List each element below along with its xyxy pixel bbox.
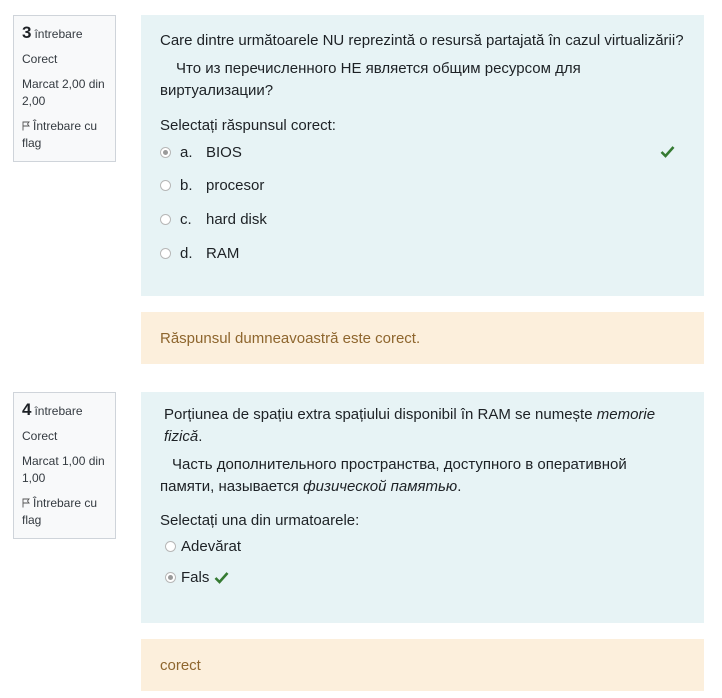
answer-prompt: Selectați răspunsul corect: [160, 117, 336, 134]
option-label: Fals [181, 569, 210, 586]
flag-question-link[interactable]: Întrebare cu flag [22, 118, 107, 152]
answer-options: Adevărat Fals [160, 531, 685, 593]
feedback-text: corect [160, 656, 201, 674]
radio-button[interactable] [160, 146, 171, 158]
question-grade: Marcat 2,00 din 2,00 [22, 77, 105, 108]
radio-button[interactable] [160, 179, 171, 191]
question-text-ru: Часть дополнительного пространства, дост… [160, 456, 627, 495]
question-number: 4 întrebare [22, 400, 83, 419]
answer-options: a. BIOS b. procesor c. hard disk d. RAM [160, 136, 685, 270]
question-number: 3 întrebare [22, 23, 83, 42]
feedback-box-3: Răspunsul dumneavoastră este corect. [141, 312, 704, 364]
radio-button[interactable] [160, 247, 171, 259]
flag-icon [22, 121, 30, 131]
radio-button[interactable] [160, 213, 171, 225]
option-label: hard disk [206, 210, 267, 228]
feedback-text: Răspunsul dumneavoastră este corect. [160, 329, 421, 347]
option-label: BIOS [206, 143, 242, 161]
feedback-box-4: corect [141, 639, 704, 691]
answer-prompt: Selectați una din urmatoarele: [160, 512, 360, 529]
question-grade: Marcat 1,00 din 1,00 [22, 454, 105, 485]
answer-option-d[interactable]: d. RAM [160, 236, 685, 270]
radio-button[interactable] [165, 572, 176, 583]
option-label: procesor [206, 176, 265, 194]
check-icon [214, 572, 229, 584]
answer-option-c[interactable]: c. hard disk [160, 202, 685, 236]
question-content-4: Porțiunea de spațiu extra spațiului disp… [141, 392, 704, 623]
flag-question-link[interactable]: Întrebare cu flag [22, 495, 107, 529]
question-content-3: Care dintre următoarele NU reprezintă o … [141, 15, 704, 296]
option-label: Adevărat [181, 538, 242, 555]
question-text-ro: Porțiunea de spațiu extra spațiului disp… [164, 406, 656, 445]
answer-option-b[interactable]: b. procesor [160, 168, 685, 202]
answer-option-false[interactable]: Fals [160, 562, 685, 593]
flag-icon [22, 498, 30, 508]
question-state: Corect [22, 52, 58, 66]
question-state: Corect [22, 429, 58, 443]
answer-option-a[interactable]: a. BIOS [160, 136, 685, 168]
option-label: RAM [206, 244, 240, 262]
question-info-4: 4 întrebare Corect Marcat 1,00 din 1,00 Î… [13, 392, 116, 539]
question-text-ro: Care dintre următoarele NU reprezintă o … [160, 32, 684, 49]
question-text-ru: Что из перечисленного НЕ является общим … [160, 60, 581, 99]
answer-option-true[interactable]: Adevărat [160, 531, 685, 562]
question-info-3: 3 întrebare Corect Marcat 2,00 din 2,00 Î… [13, 15, 116, 162]
check-icon [660, 146, 675, 158]
radio-button[interactable] [165, 541, 176, 552]
